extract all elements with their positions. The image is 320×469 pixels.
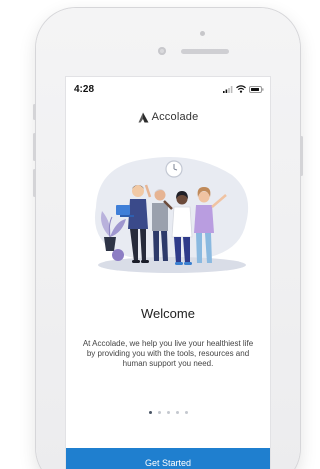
page-dot-3[interactable] xyxy=(166,411,170,414)
status-icons xyxy=(223,85,264,93)
volume-up-button xyxy=(33,133,36,161)
page-dot-2[interactable] xyxy=(157,411,161,414)
welcome-illustration xyxy=(94,157,249,273)
brand-logo: Accolade xyxy=(66,111,270,123)
wifi-icon xyxy=(236,85,246,93)
battery-icon xyxy=(249,85,264,93)
earpiece-speaker xyxy=(181,49,229,54)
status-time: 4:28 xyxy=(74,84,95,95)
phone-screen: 4:28 Accolade Welcome At Accolade, we he… xyxy=(66,77,270,469)
page-indicator xyxy=(66,411,270,414)
page-dot-5[interactable] xyxy=(184,411,188,414)
accolade-logo-icon xyxy=(138,112,149,122)
stage: 4:28 Accolade Welcome At Accolade, we he… xyxy=(0,0,317,469)
volume-down-button xyxy=(33,169,36,197)
signal-icon xyxy=(223,85,233,93)
brand-name: Accolade xyxy=(151,111,199,123)
page-dot-1[interactable] xyxy=(148,411,152,414)
page-dot-4[interactable] xyxy=(175,411,179,414)
welcome-title: Welcome xyxy=(141,306,195,321)
get-started-button[interactable]: Get Started xyxy=(66,448,270,469)
sensor-dot xyxy=(200,31,205,36)
welcome-description: At Accolade, we help you live your healt… xyxy=(82,339,254,368)
front-camera xyxy=(158,47,166,55)
power-button xyxy=(300,136,303,176)
mute-switch xyxy=(33,104,36,120)
